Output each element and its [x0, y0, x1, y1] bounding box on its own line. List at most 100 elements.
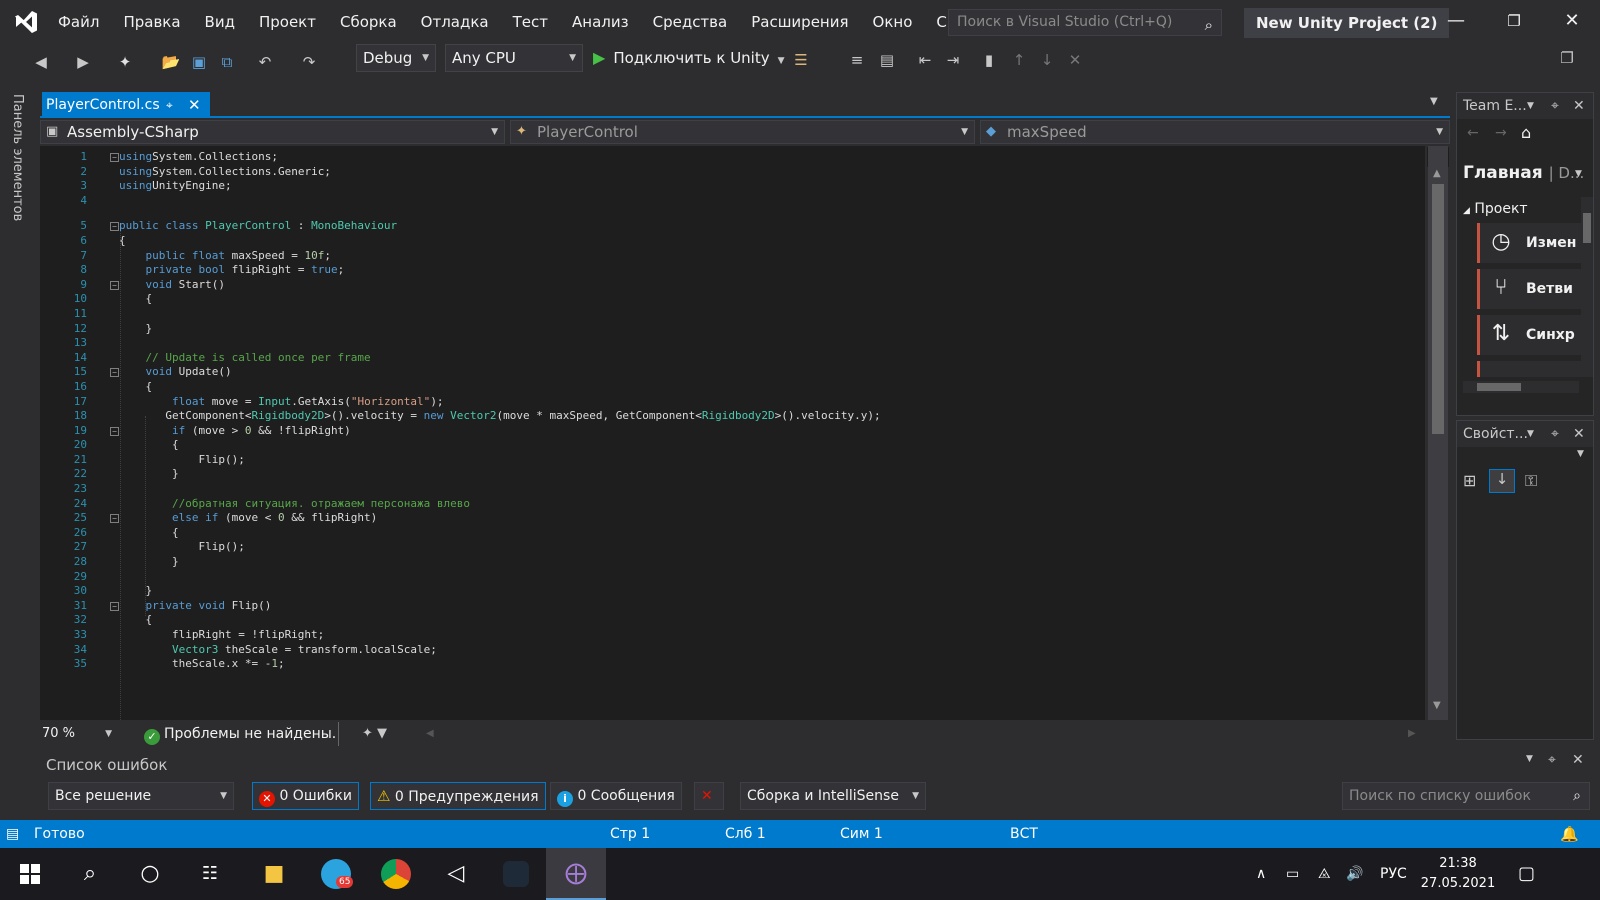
te-item-more[interactable]	[1477, 361, 1587, 377]
code-line[interactable]: 32 {	[40, 613, 1400, 628]
health-indicator[interactable]: ✓ Проблемы не найдены.	[144, 722, 336, 746]
code-line[interactable]: 7 public float maxSpeed = 10f;	[40, 249, 1400, 264]
show-hidden-icons-icon[interactable]: ∧	[1256, 848, 1266, 900]
search-icon[interactable]: ⌕	[60, 848, 120, 900]
cortana-icon[interactable]: ○	[120, 848, 180, 900]
menu-tools[interactable]: Средства	[641, 13, 740, 31]
code-line[interactable]: 29	[40, 570, 1400, 585]
open-file-icon[interactable]: 📂	[160, 50, 182, 74]
save-icon[interactable]: ▣	[188, 50, 210, 74]
platform-select[interactable]: Any CPU ▼	[445, 44, 583, 72]
scroll-left-icon[interactable]: ◀	[426, 722, 434, 746]
code-line[interactable]: 26 {	[40, 526, 1400, 541]
properties-icon[interactable]: ▤	[876, 48, 898, 72]
code-line[interactable]: 10 {	[40, 292, 1400, 307]
minimize-button[interactable]: —	[1436, 6, 1476, 36]
tab-list-dropdown-icon[interactable]: ▼	[1430, 96, 1438, 107]
file-explorer-icon[interactable]: ■	[244, 848, 304, 900]
clock[interactable]: 21:38 27.05.2021	[1418, 854, 1498, 894]
scope-select[interactable]: Все решение ▼	[48, 782, 234, 810]
bookmark-icon[interactable]: ▮	[978, 48, 1000, 72]
input-language[interactable]: РУС	[1380, 848, 1407, 900]
code-line[interactable]: 17 float move = Input.GetAxis("Horizonta…	[40, 395, 1400, 410]
menu-debug[interactable]: Отладка	[409, 13, 501, 31]
volume-icon[interactable]: 🔊	[1346, 848, 1363, 900]
code-line[interactable]: 4	[40, 194, 1400, 209]
code-line[interactable]: 16 {	[40, 380, 1400, 395]
zoom-select[interactable]: 70 % ▼	[42, 724, 112, 744]
configuration-select[interactable]: Debug ▼	[356, 44, 436, 72]
menu-analyze[interactable]: Анализ	[560, 13, 641, 31]
scroll-thumb[interactable]	[1583, 213, 1591, 243]
back-icon[interactable]: ◀	[30, 50, 52, 74]
collapse-icon[interactable]: −	[110, 426, 119, 436]
member-dropdown[interactable]: ◆ maxSpeed ▼	[980, 120, 1450, 144]
code-line[interactable]: 35 theScale.x *= -1;	[40, 657, 1400, 672]
code-line[interactable]: 18 GetComponent<Rigidbody2D>().velocity …	[40, 409, 1400, 424]
menu-view[interactable]: Вид	[193, 13, 247, 31]
project-dropdown[interactable]: ▣ Assembly-CSharp ▼	[40, 120, 505, 144]
new-project-icon[interactable]: ✦	[114, 50, 136, 74]
close-tab-icon[interactable]: ✕	[188, 92, 201, 118]
code-line[interactable]: 25 − else if (move < 0 && flipRight)	[40, 511, 1400, 526]
start-button[interactable]	[0, 848, 60, 900]
scroll-up-icon[interactable]: ▲	[1433, 168, 1441, 179]
te-horizontal-scrollbar[interactable]	[1463, 381, 1579, 393]
next-bookmark-icon[interactable]: ↓	[1036, 48, 1058, 72]
scroll-thumb[interactable]	[1477, 383, 1521, 391]
clear-bookmarks-icon[interactable]: ✕	[1064, 48, 1086, 72]
menu-test[interactable]: Тест	[501, 13, 560, 31]
class-dropdown[interactable]: ✦ PlayerControl ▼	[510, 120, 975, 144]
collapse-icon[interactable]: −	[110, 222, 119, 232]
collapse-icon[interactable]: −	[110, 153, 119, 162]
close-icon[interactable]: ✕	[1573, 93, 1585, 119]
redo-icon[interactable]: ↷	[298, 50, 320, 74]
code-line[interactable]: 2 usingSystem.Collections.Generic;	[40, 165, 1400, 180]
menu-file[interactable]: Файл	[46, 13, 111, 31]
code-line[interactable]: 9 − void Start()	[40, 278, 1400, 293]
pin-icon[interactable]: ⌖	[1548, 752, 1556, 768]
code-line[interactable]: 1 − usingSystem.Collections;	[40, 150, 1400, 165]
code-editor[interactable]: 1− usingSystem.Collections; 2 usingSystem.C…	[40, 146, 1425, 720]
categorized-icon[interactable]: ⊞	[1463, 471, 1476, 490]
errors-filter-button[interactable]: ✕ 0 Ошибки	[252, 782, 359, 810]
solution-explorer-icon[interactable]: ≡	[846, 48, 868, 72]
chevron-down-icon[interactable]: ▼	[1527, 93, 1534, 119]
wifi-icon[interactable]: ⨻	[1318, 848, 1331, 900]
code-line[interactable]: 21 Flip();	[40, 453, 1400, 468]
search-input[interactable]: Поиск в Visual Studio (Ctrl+Q) ⌕	[948, 9, 1222, 36]
restore-button[interactable]: ❐	[1494, 6, 1534, 36]
home-icon[interactable]: ⌂	[1521, 123, 1531, 142]
save-all-icon[interactable]: ⧉	[216, 50, 238, 74]
prev-bookmark-icon[interactable]: ↑	[1008, 48, 1030, 72]
code-line[interactable]: 6{	[40, 234, 1400, 249]
error-search-input[interactable]: Поиск по списку ошибок ⌕	[1342, 782, 1590, 810]
indent-icon[interactable]: ⇥	[942, 48, 964, 72]
alphabetical-icon[interactable]: ↓	[1489, 469, 1515, 493]
menu-extensions[interactable]: Расширения	[739, 13, 860, 31]
undo-icon[interactable]: ↶	[254, 50, 276, 74]
pin-icon[interactable]: ⌖	[1551, 93, 1559, 119]
code-line[interactable]: 8 private bool flipRight = true;	[40, 263, 1400, 278]
warnings-filter-button[interactable]: ⚠ 0 Предупреждения	[370, 782, 546, 810]
attach-unity-button[interactable]: ▶ Подключить к Unity ▼	[593, 44, 785, 72]
forward-icon[interactable]: ▶	[72, 50, 94, 74]
chevron-down-icon[interactable]: ▼	[1575, 169, 1582, 179]
menu-window[interactable]: Окно	[861, 13, 925, 31]
te-item-branches[interactable]: ⑂ Ветви	[1477, 269, 1587, 309]
code-line[interactable]: 30 }	[40, 584, 1400, 599]
menu-project[interactable]: Проект	[247, 13, 328, 31]
property-pages-icon[interactable]: ⚿	[1525, 471, 1537, 491]
code-line[interactable]: 13	[40, 336, 1400, 351]
code-line[interactable]: 27 Flip();	[40, 540, 1400, 555]
code-line[interactable]: 24 //обратная ситуация. отражаем персона…	[40, 497, 1400, 512]
telegram-icon[interactable]: 65	[306, 848, 366, 900]
pin-icon[interactable]: ⌖	[166, 92, 173, 118]
code-line[interactable]: 28 }	[40, 555, 1400, 570]
messages-filter-button[interactable]: i 0 Сообщения	[550, 782, 682, 810]
chrome-icon[interactable]	[366, 848, 426, 900]
unity-icon[interactable]: ◁	[426, 848, 486, 900]
close-icon[interactable]: ✕	[1572, 752, 1584, 768]
vertical-scrollbar[interactable]: ▲ ▼	[1428, 146, 1448, 720]
code-line[interactable]: 5 − public class PlayerControl : MonoBehav…	[40, 219, 1400, 234]
